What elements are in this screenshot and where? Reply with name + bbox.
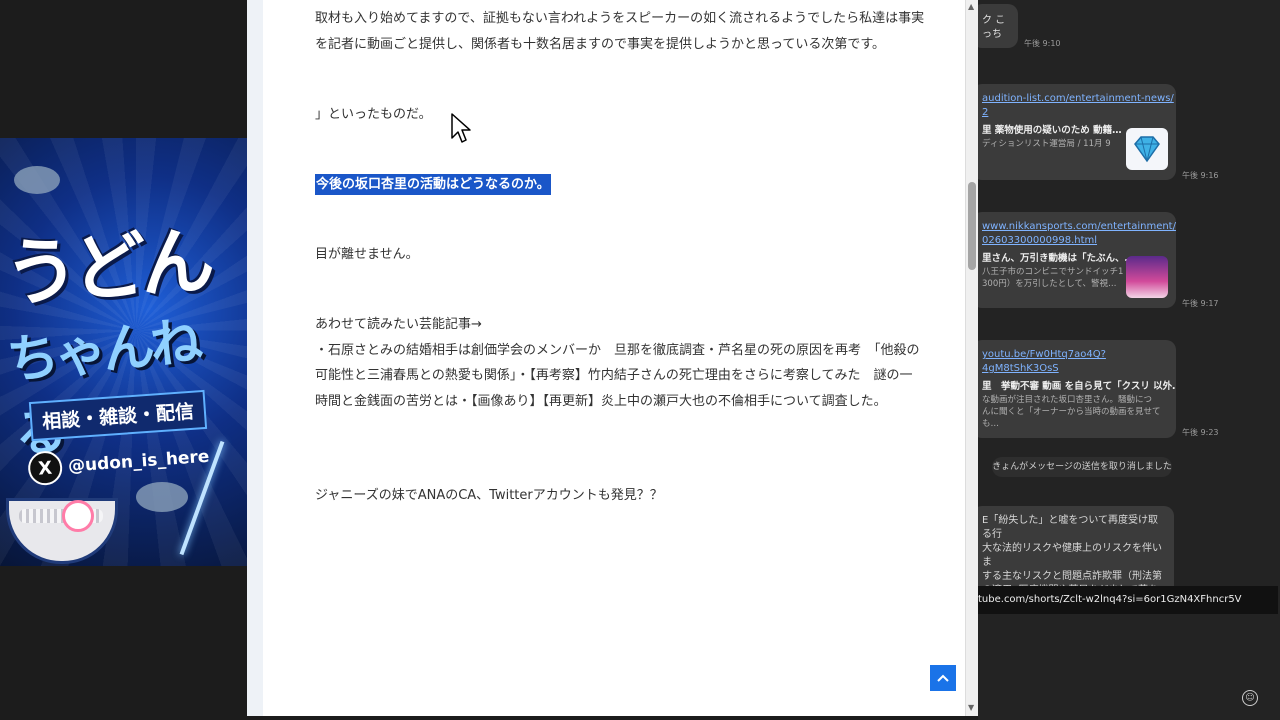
stream-banner: うどん ちゃんねる 相談・雑談・配信 X @udon_is_here xyxy=(0,138,247,566)
scroll-down-arrow-icon[interactable]: ▼ xyxy=(968,703,974,712)
x-logo-icon: X xyxy=(27,450,64,487)
article-highlighted-heading: 今後の坂口杏里の活動はどうなるのか。 xyxy=(315,172,925,198)
preview-thumbnail xyxy=(1126,256,1168,298)
message-time: 午後 9:23 xyxy=(1182,428,1219,437)
chat-message-link-preview[interactable]: youtu.be/Fw0Htq7ao4Q? 4gM8tShK3OsS 里 挙動不… xyxy=(978,340,1176,438)
scroll-thumb[interactable] xyxy=(968,182,976,270)
selected-text[interactable]: 今後の坂口杏里の活動はどうなるのか。 xyxy=(315,174,551,195)
article-content: 取材も入り始めてますので、証拠もない言われようをスピーカーの如く流されるようでし… xyxy=(247,0,965,716)
banner-handle: @udon_is_here xyxy=(67,446,211,477)
message-link[interactable]: youtu.be/Fw0Htq7ao4Q? xyxy=(982,348,1166,362)
article-link[interactable]: ジャニーズの妹でANAのCA、Twitterアカウントも発見？？ xyxy=(315,483,925,509)
scrollbar[interactable]: ▲ ▼ xyxy=(965,0,979,716)
preview-title: 里 挙動不審 動画 を自ら見て「クスリ 以外… xyxy=(982,381,1176,392)
message-link[interactable]: 4gM8tShK3OsS xyxy=(982,362,1166,376)
cloud-icon xyxy=(136,482,188,512)
preview-description: な動画が注目された坂口杏里さん。騒動につ んに聞くと「オーナーから当時の動画を見… xyxy=(982,395,1161,429)
system-message: きょんがメッセージの送信を取り消しました xyxy=(992,457,1172,477)
chat-message: ク こっち xyxy=(978,4,1018,48)
message-link[interactable]: audition-list.com/entertainment-news/ xyxy=(982,92,1174,106)
message-time: 午後 9:16 xyxy=(1182,171,1219,180)
chat-message-link-preview[interactable]: www.nikkansports.com/entertainment/ 0260… xyxy=(978,212,1176,308)
scroll-up-arrow-icon[interactable]: ▲ xyxy=(968,2,974,11)
chevron-up-icon xyxy=(937,674,949,682)
narutomaki-icon xyxy=(62,500,94,532)
mouse-cursor-icon xyxy=(451,113,471,143)
message-link[interactable]: www.nikkansports.com/entertainment/ xyxy=(982,220,1176,234)
link-hover-tooltip: tube.com/shorts/Zclt-w2lnq4?si=6or1GzN4X… xyxy=(978,586,1278,614)
message-link[interactable]: 02603300000998.html xyxy=(982,234,1166,248)
related-articles[interactable]: あわせて読みたい芸能記事→ ・石原さとみの結婚相手は創価学会のメンバーか 旦那を… xyxy=(315,312,925,414)
scroll-to-top-button[interactable] xyxy=(930,665,956,691)
message-link[interactable]: 2 xyxy=(982,106,1166,120)
cloud-icon xyxy=(14,166,60,194)
message-time: 午後 9:17 xyxy=(1182,299,1219,308)
message-time: 午後 9:10 xyxy=(1024,39,1061,48)
article-paragraph: 目が離せません。 xyxy=(315,247,419,262)
banner-subtitle: ちゃんねる xyxy=(4,311,202,466)
message-text: E「紛失した」と嘘をついて再度受け取る行 大な法的リスクや健康上のリスクを伴いま… xyxy=(982,515,1162,596)
message-text: ク こっち xyxy=(982,15,1006,40)
article-paragraph: 」といったものだ。 xyxy=(315,107,432,122)
chat-panel: ク こっち 午後 9:10 audition-list.com/entertai… xyxy=(978,0,1280,720)
smiley-icon[interactable]: ☺ xyxy=(1242,690,1258,706)
chat-message: E「紛失した」と嘘をついて再度受け取る行 大な法的リスクや健康上のリスクを伴いま… xyxy=(978,506,1174,596)
chat-message-link-preview[interactable]: audition-list.com/entertainment-news/ 2 … xyxy=(978,84,1176,180)
article-paragraph: 取材も入り始めてますので、証拠もない言われようをスピーカーの如く流されるようでし… xyxy=(315,11,925,52)
diamond-icon xyxy=(1126,128,1168,170)
